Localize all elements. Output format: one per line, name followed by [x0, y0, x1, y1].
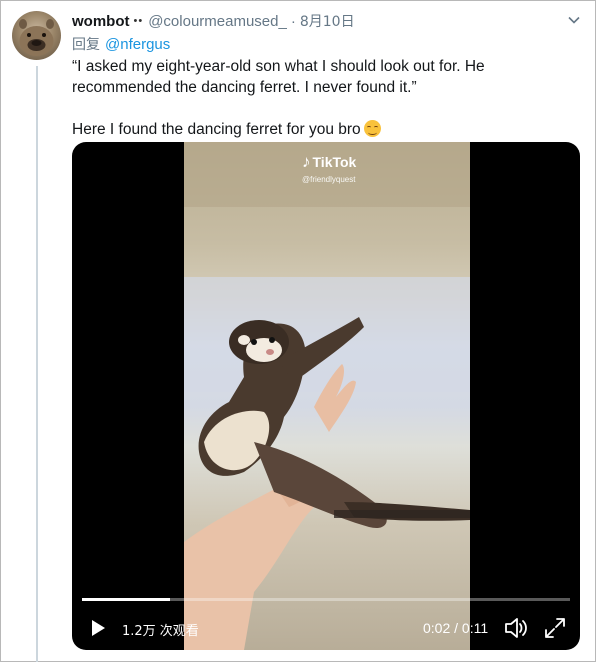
reply-context: 回复 @nfergus	[72, 34, 170, 54]
video-controls: 1.2万 次观看 0:02 / 0:11	[72, 612, 580, 644]
volume-icon[interactable]	[504, 617, 528, 639]
video-progress-fill	[82, 598, 170, 601]
author-name-emoji: ••	[133, 15, 144, 27]
thread-line	[36, 66, 38, 662]
smiling-face-icon	[363, 120, 381, 137]
video-time: 0:02 / 0:11	[423, 620, 489, 636]
author-name[interactable]: wombot	[72, 13, 130, 30]
reply-label: 回复	[72, 37, 100, 53]
tiktok-username: @friendlyquest	[302, 175, 356, 184]
tweet-text-line: Here I found the dancing ferret for you …	[72, 119, 584, 140]
video-progress-bar[interactable]	[82, 598, 570, 601]
chevron-down-icon	[568, 16, 580, 24]
view-count: 1.2万 次观看	[122, 624, 199, 639]
tweet-text-quote: “I asked my eight-year-old son what I sh…	[72, 58, 485, 96]
tweet-text: “I asked my eight-year-old son what I sh…	[72, 56, 584, 140]
tiktok-brand: TikTok	[312, 154, 357, 170]
reply-mention-link[interactable]: @nfergus	[105, 36, 170, 53]
tweet-menu-button[interactable]	[566, 12, 582, 28]
avatar[interactable]	[12, 11, 61, 60]
tiktok-watermark: ♪ TikTok @friendlyquest	[302, 152, 356, 184]
tweet-header: wombot •• @colourmeamused_ · 8月10日	[72, 10, 576, 32]
tweet-date[interactable]: 8月10日	[300, 11, 355, 31]
ferret-video-image	[184, 142, 470, 650]
video-player[interactable]: ♪ TikTok @friendlyquest 1.2万 次观看 0:02 / …	[72, 142, 580, 650]
video-frame: ♪ TikTok @friendlyquest	[184, 142, 470, 650]
separator-dot: ·	[290, 12, 296, 30]
author-handle[interactable]: @colourmeamused_	[148, 13, 287, 30]
fullscreen-icon[interactable]	[544, 617, 566, 639]
play-icon[interactable]	[89, 619, 107, 637]
tiktok-logo-icon: ♪	[302, 152, 311, 171]
wombat-avatar-icon	[19, 19, 54, 56]
tweet-text-message: Here I found the dancing ferret for you …	[72, 121, 361, 138]
